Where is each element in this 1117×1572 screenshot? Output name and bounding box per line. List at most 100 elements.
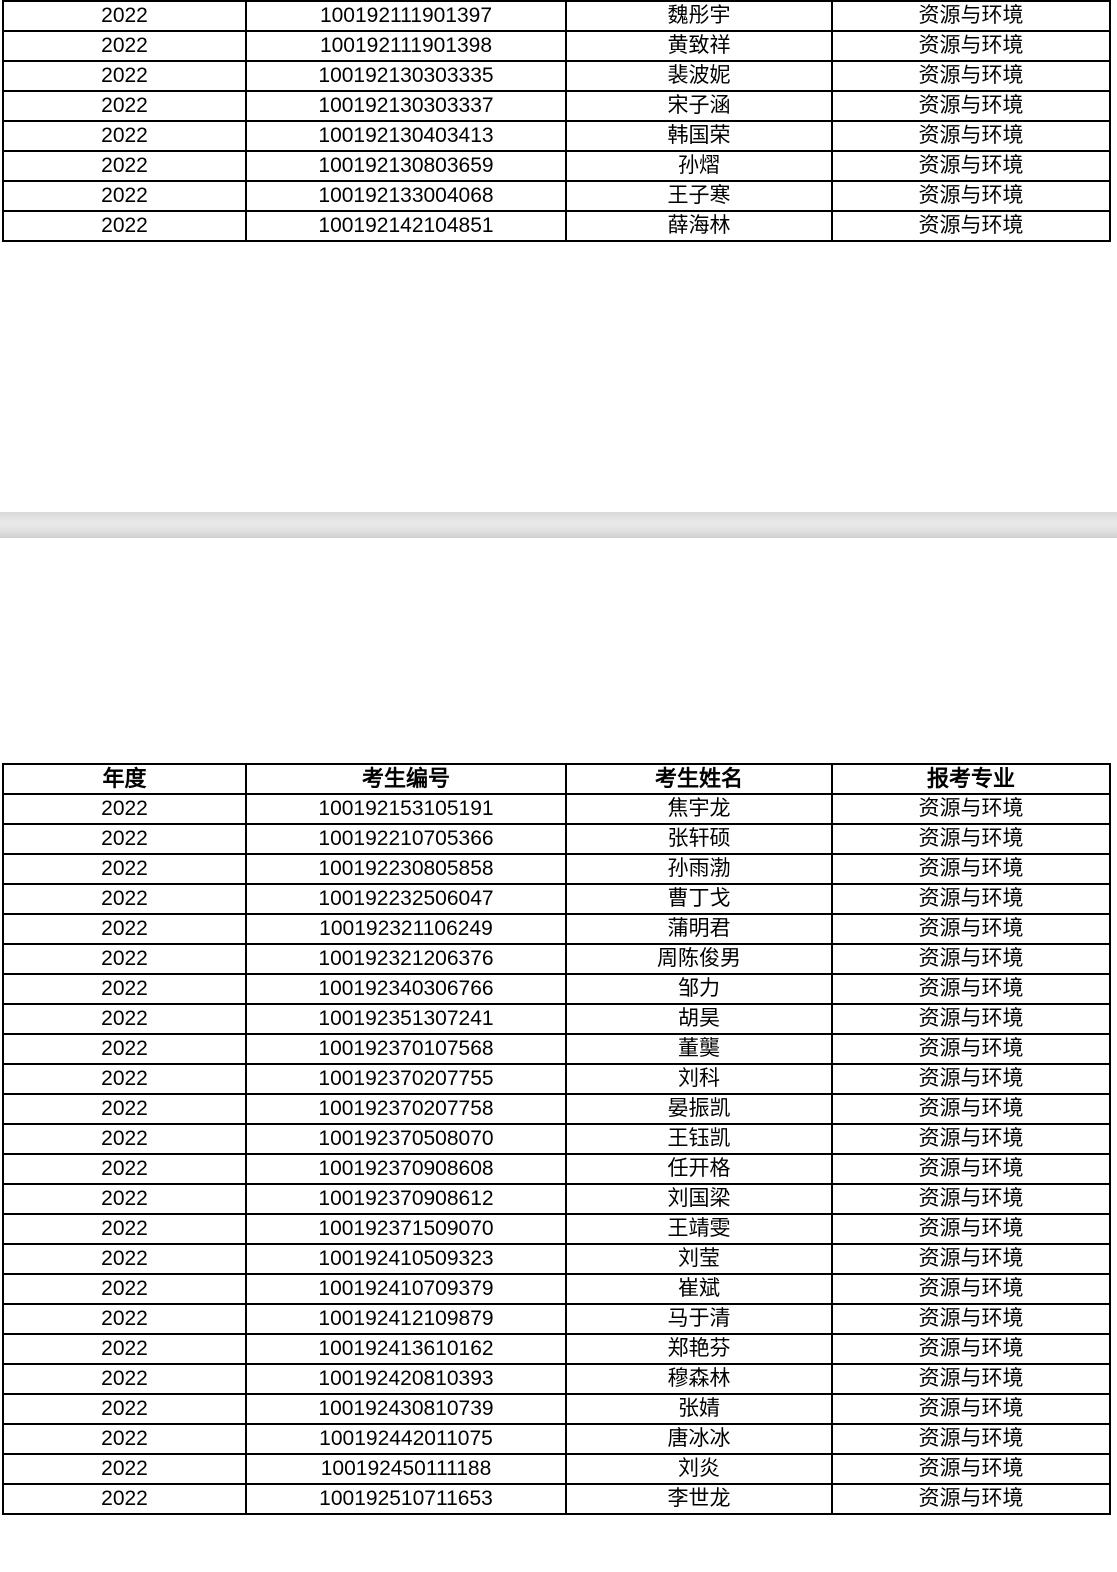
table-row: 2022 100192351307241 胡昊 资源与环境 xyxy=(2,1003,1111,1035)
cell-major: 资源与环境 xyxy=(831,1093,1111,1125)
table-row: 2022 100192410509323 刘莹 资源与环境 xyxy=(2,1243,1111,1275)
candidate-table-bottom-body: 2022 100192153105191 焦宇龙 资源与环境 2022 100192210… xyxy=(2,793,1111,1515)
cell-candidate-name: 魏彤宇 xyxy=(565,0,833,32)
page-separator xyxy=(0,512,1117,538)
cell-candidate-id: 100192450111188 xyxy=(245,1453,567,1485)
document-page-bottom: 年度 考生编号 考生姓名 报考专业 2022 100192153105191 焦宇龙… xyxy=(0,538,1117,1572)
cell-candidate-name: 薛海林 xyxy=(565,210,833,242)
cell-year: 2022 xyxy=(2,823,247,855)
cell-candidate-id: 100192130403413 xyxy=(245,120,567,152)
cell-major: 资源与环境 xyxy=(831,913,1111,945)
cell-candidate-id: 100192230805858 xyxy=(245,853,567,885)
cell-year: 2022 xyxy=(2,90,247,122)
cell-year: 2022 xyxy=(2,1243,247,1275)
cell-major: 资源与环境 xyxy=(831,1033,1111,1065)
cell-candidate-name: 唐冰冰 xyxy=(565,1423,833,1455)
cell-candidate-id: 100192153105191 xyxy=(245,793,567,825)
cell-candidate-name: 晏振凯 xyxy=(565,1093,833,1125)
table-row: 2022 100192130303335 裴波妮 资源与环境 xyxy=(2,60,1111,92)
cell-candidate-id: 100192321106249 xyxy=(245,913,567,945)
table-row: 2022 100192420810393 穆森林 资源与环境 xyxy=(2,1363,1111,1395)
cell-candidate-id: 100192111901397 xyxy=(245,0,567,32)
cell-major: 资源与环境 xyxy=(831,1243,1111,1275)
cell-year: 2022 xyxy=(2,1003,247,1035)
cell-year: 2022 xyxy=(2,913,247,945)
cell-major: 资源与环境 xyxy=(831,0,1111,32)
cell-candidate-id: 100192130303335 xyxy=(245,60,567,92)
cell-candidate-id: 100192130803659 xyxy=(245,150,567,182)
table-row: 2022 100192321206376 周陈俊男 资源与环境 xyxy=(2,943,1111,975)
cell-candidate-id: 100192340306766 xyxy=(245,973,567,1005)
cell-major: 资源与环境 xyxy=(831,60,1111,92)
cell-major: 资源与环境 xyxy=(831,210,1111,242)
table-row: 2022 100192340306766 邹力 资源与环境 xyxy=(2,973,1111,1005)
cell-year: 2022 xyxy=(2,1393,247,1425)
cell-major: 资源与环境 xyxy=(831,1213,1111,1245)
cell-candidate-id: 100192410709379 xyxy=(245,1273,567,1305)
table-row: 2022 100192370207758 晏振凯 资源与环境 xyxy=(2,1093,1111,1125)
cell-candidate-name: 刘国梁 xyxy=(565,1183,833,1215)
cell-year: 2022 xyxy=(2,180,247,212)
cell-candidate-id: 100192370207758 xyxy=(245,1093,567,1125)
cell-candidate-name: 邹力 xyxy=(565,973,833,1005)
cell-candidate-name: 张轩硕 xyxy=(565,823,833,855)
cell-year: 2022 xyxy=(2,210,247,242)
document-page-top: 2022 100192111901397 魏彤宇 资源与环境 2022 100192111… xyxy=(0,0,1117,512)
cell-candidate-name: 王子寒 xyxy=(565,180,833,212)
cell-year: 2022 xyxy=(2,1273,247,1305)
cell-candidate-id: 100192430810739 xyxy=(245,1393,567,1425)
cell-year: 2022 xyxy=(2,0,247,32)
table-row: 2022 100192413610162 郑艳芬 资源与环境 xyxy=(2,1333,1111,1365)
table-row: 2022 100192130403413 韩国荣 资源与环境 xyxy=(2,120,1111,152)
table-row: 2022 100192430810739 张婧 资源与环境 xyxy=(2,1393,1111,1425)
cell-candidate-name: 孙雨渤 xyxy=(565,853,833,885)
cell-candidate-name: 董龑 xyxy=(565,1033,833,1065)
table-row: 2022 100192370107568 董龑 资源与环境 xyxy=(2,1033,1111,1065)
header-candidate-name: 考生姓名 xyxy=(565,763,833,795)
cell-major: 资源与环境 xyxy=(831,120,1111,152)
cell-candidate-id: 100192210705366 xyxy=(245,823,567,855)
candidate-table-top: 2022 100192111901397 魏彤宇 资源与环境 2022 100192111… xyxy=(2,0,1111,242)
cell-candidate-name: 黄致祥 xyxy=(565,30,833,62)
cell-major: 资源与环境 xyxy=(831,823,1111,855)
cell-major: 资源与环境 xyxy=(831,90,1111,122)
cell-candidate-name: 刘莹 xyxy=(565,1243,833,1275)
cell-major: 资源与环境 xyxy=(831,180,1111,212)
cell-candidate-name: 周陈俊男 xyxy=(565,943,833,975)
cell-candidate-id: 100192410509323 xyxy=(245,1243,567,1275)
cell-major: 资源与环境 xyxy=(831,853,1111,885)
cell-major: 资源与环境 xyxy=(831,1063,1111,1095)
cell-candidate-id: 100192370107568 xyxy=(245,1033,567,1065)
cell-year: 2022 xyxy=(2,853,247,885)
cell-candidate-name: 张婧 xyxy=(565,1393,833,1425)
cell-major: 资源与环境 xyxy=(831,1273,1111,1305)
cell-major: 资源与环境 xyxy=(831,1003,1111,1035)
cell-candidate-id: 100192321206376 xyxy=(245,943,567,975)
cell-candidate-name: 任开格 xyxy=(565,1153,833,1185)
cell-year: 2022 xyxy=(2,1453,247,1485)
cell-major: 资源与环境 xyxy=(831,1483,1111,1515)
cell-year: 2022 xyxy=(2,120,247,152)
cell-candidate-name: 刘炎 xyxy=(565,1453,833,1485)
cell-candidate-id: 100192420810393 xyxy=(245,1363,567,1395)
cell-major: 资源与环境 xyxy=(831,1453,1111,1485)
cell-major: 资源与环境 xyxy=(831,973,1111,1005)
table-row: 2022 100192230805858 孙雨渤 资源与环境 xyxy=(2,853,1111,885)
candidate-table-top-body: 2022 100192111901397 魏彤宇 资源与环境 2022 100192111… xyxy=(2,0,1111,242)
cell-year: 2022 xyxy=(2,973,247,1005)
cell-candidate-name: 孙熠 xyxy=(565,150,833,182)
table-row: 2022 100192133004068 王子寒 资源与环境 xyxy=(2,180,1111,212)
cell-year: 2022 xyxy=(2,1153,247,1185)
table-row: 2022 100192321106249 蒲明君 资源与环境 xyxy=(2,913,1111,945)
table-row: 2022 100192153105191 焦宇龙 资源与环境 xyxy=(2,793,1111,825)
cell-candidate-name: 王靖雯 xyxy=(565,1213,833,1245)
cell-candidate-name: 胡昊 xyxy=(565,1003,833,1035)
cell-candidate-id: 100192371509070 xyxy=(245,1213,567,1245)
cell-year: 2022 xyxy=(2,1123,247,1155)
cell-candidate-id: 100192510711653 xyxy=(245,1483,567,1515)
cell-candidate-id: 100192370508070 xyxy=(245,1123,567,1155)
cell-major: 资源与环境 xyxy=(831,1183,1111,1215)
cell-year: 2022 xyxy=(2,60,247,92)
cell-candidate-name: 焦宇龙 xyxy=(565,793,833,825)
cell-major: 资源与环境 xyxy=(831,943,1111,975)
